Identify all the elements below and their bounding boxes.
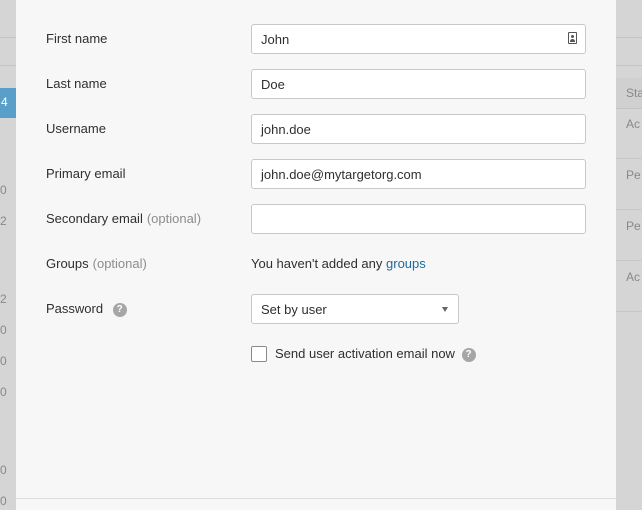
chevron-down-icon bbox=[442, 307, 448, 312]
bg-row-number: 2 bbox=[0, 214, 7, 228]
groups-label: Groups (optional) bbox=[46, 256, 147, 271]
groups-empty-message: You haven't added any groups bbox=[251, 256, 426, 271]
username-field[interactable]: john.doe bbox=[251, 114, 586, 144]
bg-status-cell: Pe bbox=[626, 219, 641, 233]
password-select[interactable]: Set by user bbox=[251, 294, 459, 324]
bg-highlight-cell: 4 bbox=[0, 88, 16, 118]
password-label-text: Password bbox=[46, 301, 104, 316]
bg-row-number: 0 bbox=[0, 494, 7, 508]
last-name-field[interactable]: Doe bbox=[251, 69, 586, 99]
optional-hint: (optional) bbox=[92, 256, 147, 271]
contact-card-icon[interactable] bbox=[568, 32, 577, 44]
help-icon[interactable]: ? bbox=[112, 302, 127, 317]
bg-row-number: 0 bbox=[0, 463, 7, 477]
username-value: john.doe bbox=[261, 122, 311, 137]
bg-row-number: 0 bbox=[0, 385, 7, 399]
bg-status-column: Sta Ac Pe Pe Ac bbox=[616, 0, 642, 510]
bg-status-cell: Ac bbox=[626, 270, 641, 284]
groups-empty-text: You haven't added any bbox=[251, 256, 387, 271]
bg-status-cell: Pe bbox=[626, 168, 641, 182]
bg-row-divider bbox=[616, 209, 642, 210]
bg-column-header: Sta bbox=[616, 78, 642, 109]
optional-hint: (optional) bbox=[146, 211, 202, 226]
bg-status-cell: Ac bbox=[626, 117, 641, 131]
activation-email-label-text: Send user activation email now bbox=[275, 346, 455, 361]
bg-row-number: 4 bbox=[1, 95, 8, 109]
first-name-value: John bbox=[261, 32, 290, 47]
activation-email-label[interactable]: Send user activation email now ? bbox=[275, 346, 476, 362]
help-icon[interactable]: ? bbox=[461, 347, 476, 362]
secondary-email-field[interactable] bbox=[251, 204, 586, 234]
groups-link[interactable]: groups bbox=[386, 256, 426, 271]
secondary-email-label-text: Secondary email bbox=[46, 211, 143, 226]
bg-row-divider bbox=[616, 311, 642, 312]
add-person-modal: First name John Last name Doe Username j… bbox=[16, 0, 616, 510]
bg-row-number: 0 bbox=[0, 323, 7, 337]
last-name-value: Doe bbox=[261, 77, 285, 92]
password-label: Password ? bbox=[46, 301, 127, 317]
bg-row-number: 0 bbox=[0, 354, 7, 368]
primary-email-value: john.doe@mytargetorg.com bbox=[261, 167, 422, 182]
first-name-field[interactable]: John bbox=[251, 24, 586, 54]
primary-email-field[interactable]: john.doe@mytargetorg.com bbox=[251, 159, 586, 189]
bg-row-number: 0 bbox=[0, 183, 7, 197]
modal-footer-divider bbox=[16, 498, 616, 499]
first-name-label: First name bbox=[46, 31, 108, 46]
primary-email-label: Primary email bbox=[46, 166, 126, 181]
secondary-email-label: Secondary email (optional) bbox=[46, 211, 201, 226]
groups-label-text: Groups bbox=[46, 256, 89, 271]
bg-column-header-label: Sta bbox=[626, 86, 642, 100]
password-select-value: Set by user bbox=[261, 302, 327, 317]
bg-row-divider bbox=[616, 158, 642, 159]
last-name-label: Last name bbox=[46, 76, 107, 91]
bg-row-number: 2 bbox=[0, 292, 7, 306]
activation-email-checkbox[interactable] bbox=[251, 346, 267, 362]
bg-row-divider bbox=[616, 260, 642, 261]
username-label: Username bbox=[46, 121, 106, 136]
